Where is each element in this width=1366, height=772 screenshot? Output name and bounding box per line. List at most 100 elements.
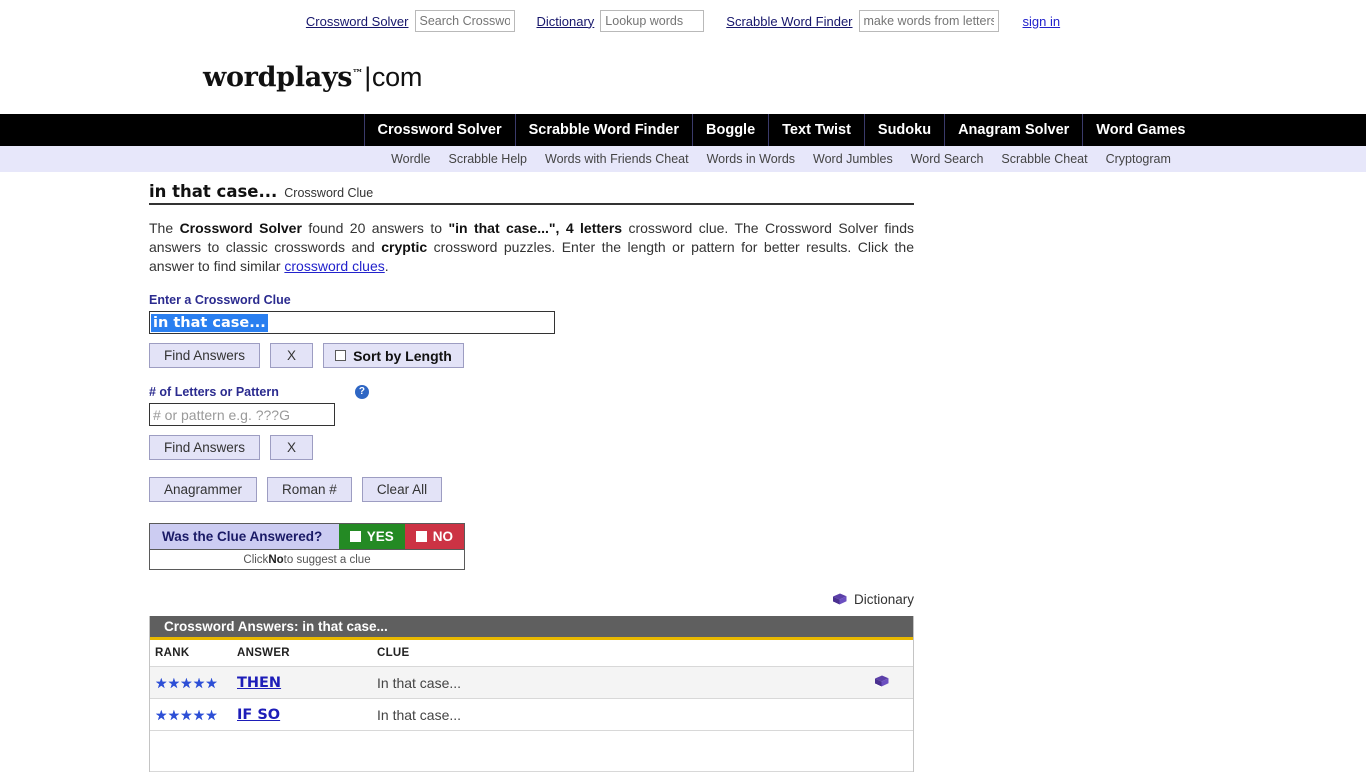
answer-link[interactable]: IF SO bbox=[237, 707, 280, 723]
logo-trademark-icon: ™ bbox=[352, 66, 364, 80]
star-icon: ★ bbox=[205, 706, 218, 723]
crossword-clues-link[interactable]: crossword clues bbox=[284, 258, 384, 274]
hint-text-post: to suggest a clue bbox=[283, 553, 371, 566]
clue-answered-row: Was the Clue Answered? YES NO bbox=[149, 523, 465, 550]
dictionary-link[interactable]: Dictionary bbox=[537, 14, 595, 29]
answer-rank-stars: ★ ★ ★ ★ ★ bbox=[150, 707, 237, 723]
clue-button-row: Find Answers X Sort by Length bbox=[149, 343, 914, 368]
clue-answered-panel: Was the Clue Answered? YES NO Click No t… bbox=[149, 523, 465, 570]
subnav-item-wordle[interactable]: Wordle bbox=[382, 152, 439, 166]
subnav-item-scrabble-cheat[interactable]: Scrabble Cheat bbox=[992, 152, 1096, 166]
roman-number-button[interactable]: Roman # bbox=[267, 477, 352, 502]
logo-com: com bbox=[371, 61, 423, 92]
column-header-clue: CLUE bbox=[377, 647, 410, 659]
find-answers-button[interactable]: Find Answers bbox=[149, 343, 261, 368]
row-dictionary-icon-cell bbox=[873, 675, 913, 691]
dictionary-search-group: Dictionary bbox=[537, 10, 727, 32]
no-label: NO bbox=[432, 529, 453, 544]
find-answers-button-pattern[interactable]: Find Answers bbox=[149, 435, 261, 460]
page-title: in that case... bbox=[149, 182, 278, 201]
intro-bold-clue: "in that case...", 4 letters bbox=[448, 220, 623, 236]
nav-item-crossword-solver[interactable]: Crossword Solver bbox=[363, 114, 516, 146]
nav-item-scrabble-word-finder[interactable]: Scrabble Word Finder bbox=[516, 114, 694, 146]
sort-by-length-toggle[interactable]: Sort by Length bbox=[323, 343, 464, 368]
sort-by-length-label: Sort by Length bbox=[353, 347, 452, 364]
pattern-input[interactable] bbox=[149, 403, 335, 426]
clue-cell: In that case... bbox=[377, 706, 462, 723]
clue-answered-hint: Click No to suggest a clue bbox=[149, 550, 465, 570]
column-header-answer: ANSWER bbox=[237, 647, 290, 659]
scrabble-search-input[interactable] bbox=[858, 10, 999, 32]
scrabble-word-finder-link[interactable]: Scrabble Word Finder bbox=[726, 14, 852, 29]
help-icon[interactable]: ? bbox=[354, 385, 369, 399]
clear-pattern-button[interactable]: X bbox=[270, 435, 314, 460]
hint-text-pre: Click bbox=[243, 553, 269, 566]
dictionary-legend-label[interactable]: Dictionary bbox=[854, 592, 914, 607]
clue-answered-no-button[interactable]: NO bbox=[404, 524, 464, 549]
subnav-item-word-jumbles[interactable]: Word Jumbles bbox=[804, 152, 902, 166]
intro-text-1: The bbox=[149, 220, 180, 236]
primary-navigation: Crossword Solver Scrabble Word Finder Bogg… bbox=[0, 114, 1366, 146]
clue-field-label: Enter a Crossword Clue bbox=[149, 293, 914, 307]
pattern-label-text: # of Letters or Pattern bbox=[149, 385, 279, 399]
star-icon: ★ bbox=[205, 674, 218, 691]
clue-input[interactable]: in that case... bbox=[149, 311, 555, 334]
dictionary-legend-row: Dictionary bbox=[149, 592, 914, 607]
hint-text-bold: No bbox=[268, 553, 284, 566]
tools-button-row: Anagrammer Roman # Clear All bbox=[149, 477, 914, 502]
star-icon: ★ bbox=[192, 674, 206, 691]
crossword-solver-link[interactable]: Crossword Solver bbox=[306, 14, 409, 29]
logo-divider: | bbox=[364, 61, 371, 92]
star-icon: ★ bbox=[167, 706, 181, 723]
answer-cell: IF SO bbox=[237, 706, 377, 723]
sort-by-length-checkbox-icon[interactable] bbox=[335, 350, 347, 361]
star-icon: ★ bbox=[155, 674, 168, 691]
subnav-item-words-with-friends-cheat[interactable]: Words with Friends Cheat bbox=[536, 152, 698, 166]
clue-answered-yes-button[interactable]: YES bbox=[338, 524, 405, 549]
nav-item-word-games[interactable]: Word Games bbox=[1083, 114, 1198, 146]
subnav-item-word-search[interactable]: Word Search bbox=[902, 152, 993, 166]
answer-cell: THEN bbox=[237, 674, 377, 691]
nav-item-anagram-solver[interactable]: Anagram Solver bbox=[945, 114, 1084, 146]
dictionary-search-input[interactable] bbox=[600, 10, 705, 32]
subnav-item-cryptogram[interactable]: Cryptogram bbox=[1097, 152, 1180, 166]
logo-wordplays: wordplays bbox=[203, 61, 353, 93]
nav-item-sudoku[interactable]: Sudoku bbox=[865, 114, 946, 146]
clue-input-value: in that case... bbox=[151, 313, 268, 332]
clear-all-button[interactable]: Clear All bbox=[361, 477, 443, 502]
nav-item-boggle[interactable]: Boggle bbox=[693, 114, 770, 146]
answer-rank-stars: ★ ★ ★ ★ ★ bbox=[150, 675, 237, 691]
anagrammer-button[interactable]: Anagrammer bbox=[149, 477, 258, 502]
nav-item-text-twist[interactable]: Text Twist bbox=[769, 114, 865, 146]
intro-paragraph: The Crossword Solver found 20 answers to… bbox=[149, 219, 914, 276]
subnav-item-words-in-words[interactable]: Words in Words bbox=[698, 152, 804, 166]
scrabble-search-group: Scrabble Word Finder bbox=[726, 10, 1022, 32]
crossword-answers-table: Crossword Answers: in that case... RANK … bbox=[149, 616, 914, 772]
table-row[interactable]: ★ ★ ★ ★ ★ IF SO In that case... bbox=[150, 699, 913, 731]
star-icon: ★ bbox=[192, 706, 206, 723]
site-logo[interactable]: wordplays ™ | com bbox=[203, 62, 422, 93]
pattern-button-row: Find Answers X bbox=[149, 435, 914, 460]
yes-label: YES bbox=[366, 529, 394, 544]
top-utility-bar: Crossword Solver Dictionary Scrabble Wor… bbox=[0, 0, 1366, 40]
crossword-search-input[interactable] bbox=[414, 10, 515, 32]
subnav-item-scrabble-help[interactable]: Scrabble Help bbox=[439, 152, 536, 166]
star-icon: ★ bbox=[180, 706, 193, 723]
answer-link[interactable]: THEN bbox=[237, 675, 281, 691]
table-row[interactable]: ★ ★ ★ ★ ★ THEN In that case... bbox=[150, 667, 913, 699]
star-icon: ★ bbox=[155, 706, 168, 723]
sign-in-link[interactable]: sign in bbox=[1023, 14, 1061, 29]
yes-checkbox-icon[interactable] bbox=[349, 531, 361, 542]
secondary-navigation: Wordle Scrabble Help Words with Friends Ch… bbox=[0, 146, 1366, 172]
book-icon[interactable] bbox=[873, 675, 890, 688]
answers-table-empty-row bbox=[150, 731, 913, 772]
clue-answered-question: Was the Clue Answered? bbox=[150, 524, 339, 549]
column-header-rank: RANK bbox=[155, 647, 190, 659]
page-title-subtitle: Crossword Clue bbox=[284, 186, 374, 200]
star-icon: ★ bbox=[167, 674, 181, 691]
intro-text-5: . bbox=[384, 258, 389, 274]
clear-clue-button[interactable]: X bbox=[270, 343, 314, 368]
no-checkbox-icon[interactable] bbox=[415, 531, 427, 542]
intro-bold-crossword-solver: Crossword Solver bbox=[179, 220, 302, 236]
intro-bold-cryptic: cryptic bbox=[381, 239, 428, 255]
